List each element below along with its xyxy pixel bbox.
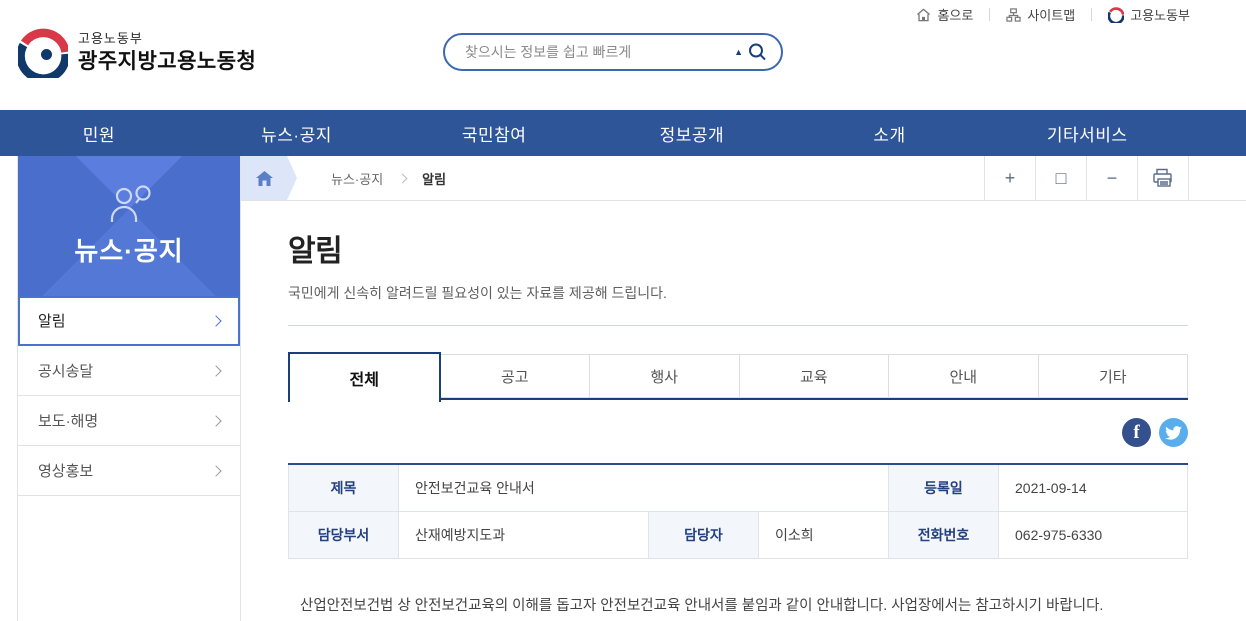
category-tabs: 전체 공고 행사 교육 안내 기타 [288,354,1188,400]
label-department: 담당부서 [289,512,399,559]
divider [288,325,1188,326]
sidebar-item-press[interactable]: 보도·해명 [18,396,240,446]
taegeuk-mini-icon [1108,7,1124,23]
twitter-icon [1165,426,1182,440]
site-logo[interactable]: 고용노동부 광주지방고용노동청 [18,28,256,78]
page-description: 국민에게 신속히 알려드릴 필요성이 있는 자료를 제공해 드립니다. [288,283,1188,303]
breadcrumb-bar: 뉴스·공지 알림 + □ − [241,156,1246,201]
value-title: 안전보건교육 안내서 [399,464,889,512]
logo-office-text: 광주지방고용노동청 [78,49,256,75]
search-icon[interactable] [747,42,767,62]
label-title: 제목 [289,464,399,512]
breadcrumb-level2[interactable]: 알림 [422,169,446,188]
chevron-right-icon [210,365,221,376]
nav-item-news[interactable]: 뉴스·공지 [198,121,396,146]
breadcrumb-home[interactable] [241,156,287,200]
nav-item-etc[interactable]: 기타서비스 [988,121,1186,146]
utility-links: 홈으로 사이트맵 고용노동부 [916,5,1190,24]
facebook-share-button[interactable]: f [1122,418,1151,447]
tab-education[interactable]: 교육 [739,354,890,398]
nav-item-minwon[interactable]: 민원 [0,121,198,146]
sidebar-item-label: 공시송달 [38,360,93,381]
sidebar-title: 뉴스·공지 [74,231,183,268]
sidebar: 뉴스·공지 알림 공시송달 보도·해명 영상홍보 [17,156,241,621]
sitemap-icon [1006,8,1021,22]
value-department: 산재예방지도과 [399,512,649,559]
value-reg-date: 2021-09-14 [999,464,1188,512]
tab-guide[interactable]: 안내 [888,354,1039,398]
page-title: 알림 [288,226,1188,270]
print-button[interactable] [1137,156,1188,200]
moel-link-label: 고용노동부 [1130,5,1190,24]
home-link[interactable]: 홈으로 [916,5,973,24]
breadcrumb: 뉴스·공지 알림 [331,156,446,200]
nav-item-participate[interactable]: 국민참여 [395,121,593,146]
sidebar-item-label: 영상홍보 [38,460,93,481]
sidebar-item-label: 보도·해명 [38,410,98,431]
font-zoom-out-button[interactable]: − [1086,156,1137,200]
home-icon [256,171,273,186]
taegeuk-logo-icon [18,28,68,78]
value-phone: 062-975-6330 [999,512,1188,559]
divider [1091,8,1092,21]
label-manager: 담당자 [649,512,759,559]
chevron-right-icon [398,173,408,183]
sidebar-item-notice[interactable]: 알림 [18,296,240,346]
font-zoom-in-button[interactable]: + [984,156,1035,200]
tab-event[interactable]: 행사 [589,354,740,398]
search-collapse-icon[interactable]: ▲ [734,47,743,57]
table-row: 제목 안전보건교육 안내서 등록일 2021-09-14 [289,464,1188,512]
post-body-text: 산업안전보건법 상 안전보건교육의 이해를 돕고자 안전보건교육 안내서를 붙임… [288,595,1188,618]
value-manager: 이소희 [759,512,889,559]
home-outline-icon [916,8,931,22]
post-detail-table: 제목 안전보건교육 안내서 등록일 2021-09-14 담당부서 산재예방지도… [288,463,1188,559]
chevron-right-icon [210,465,221,476]
facebook-icon: f [1133,422,1139,444]
search-bar: ▲ [443,33,783,71]
divider [989,8,990,21]
sidebar-item-video[interactable]: 영상홍보 [18,446,240,496]
sidebar-item-label: 알림 [38,310,66,331]
label-phone: 전화번호 [889,512,999,559]
content: 알림 국민에게 신속히 알려드릴 필요성이 있는 자료를 제공해 드립니다. 전… [288,200,1188,621]
nav-item-disclosure[interactable]: 정보공개 [593,121,791,146]
printer-icon [1152,168,1174,188]
search-input[interactable] [463,43,734,61]
tab-all[interactable]: 전체 [288,352,441,402]
moel-link[interactable]: 고용노동부 [1108,5,1190,24]
tab-announcement[interactable]: 공고 [440,354,591,398]
sitemap-link[interactable]: 사이트맵 [1006,5,1075,24]
person-speech-icon [105,185,153,223]
twitter-share-button[interactable] [1159,418,1188,447]
breadcrumb-level1[interactable]: 뉴스·공지 [331,169,383,188]
logo-ministry-text: 고용노동부 [78,31,256,47]
toolbar-end-divider [1188,156,1246,200]
sidebar-item-public-service[interactable]: 공시송달 [18,346,240,396]
header: 홈으로 사이트맵 고용노동부 [0,0,1246,110]
sitemap-link-label: 사이트맵 [1027,5,1075,24]
label-reg-date: 등록일 [889,464,999,512]
table-row: 담당부서 산재예방지도과 담당자 이소희 전화번호 062-975-6330 [289,512,1188,559]
social-share: f [288,418,1188,447]
sidebar-header: 뉴스·공지 [18,156,240,296]
font-reset-button[interactable]: □ [1035,156,1086,200]
chevron-right-icon [210,415,221,426]
global-nav: 민원 뉴스·공지 국민참여 정보공개 소개 기타서비스 [0,110,1246,156]
nav-item-about[interactable]: 소개 [791,121,989,146]
main-area: 뉴스·공지 알림 공시송달 보도·해명 영상홍보 뉴스·공 [0,156,1246,621]
tab-etc[interactable]: 기타 [1038,354,1189,398]
home-link-label: 홈으로 [937,5,973,24]
chevron-right-icon [210,315,221,326]
